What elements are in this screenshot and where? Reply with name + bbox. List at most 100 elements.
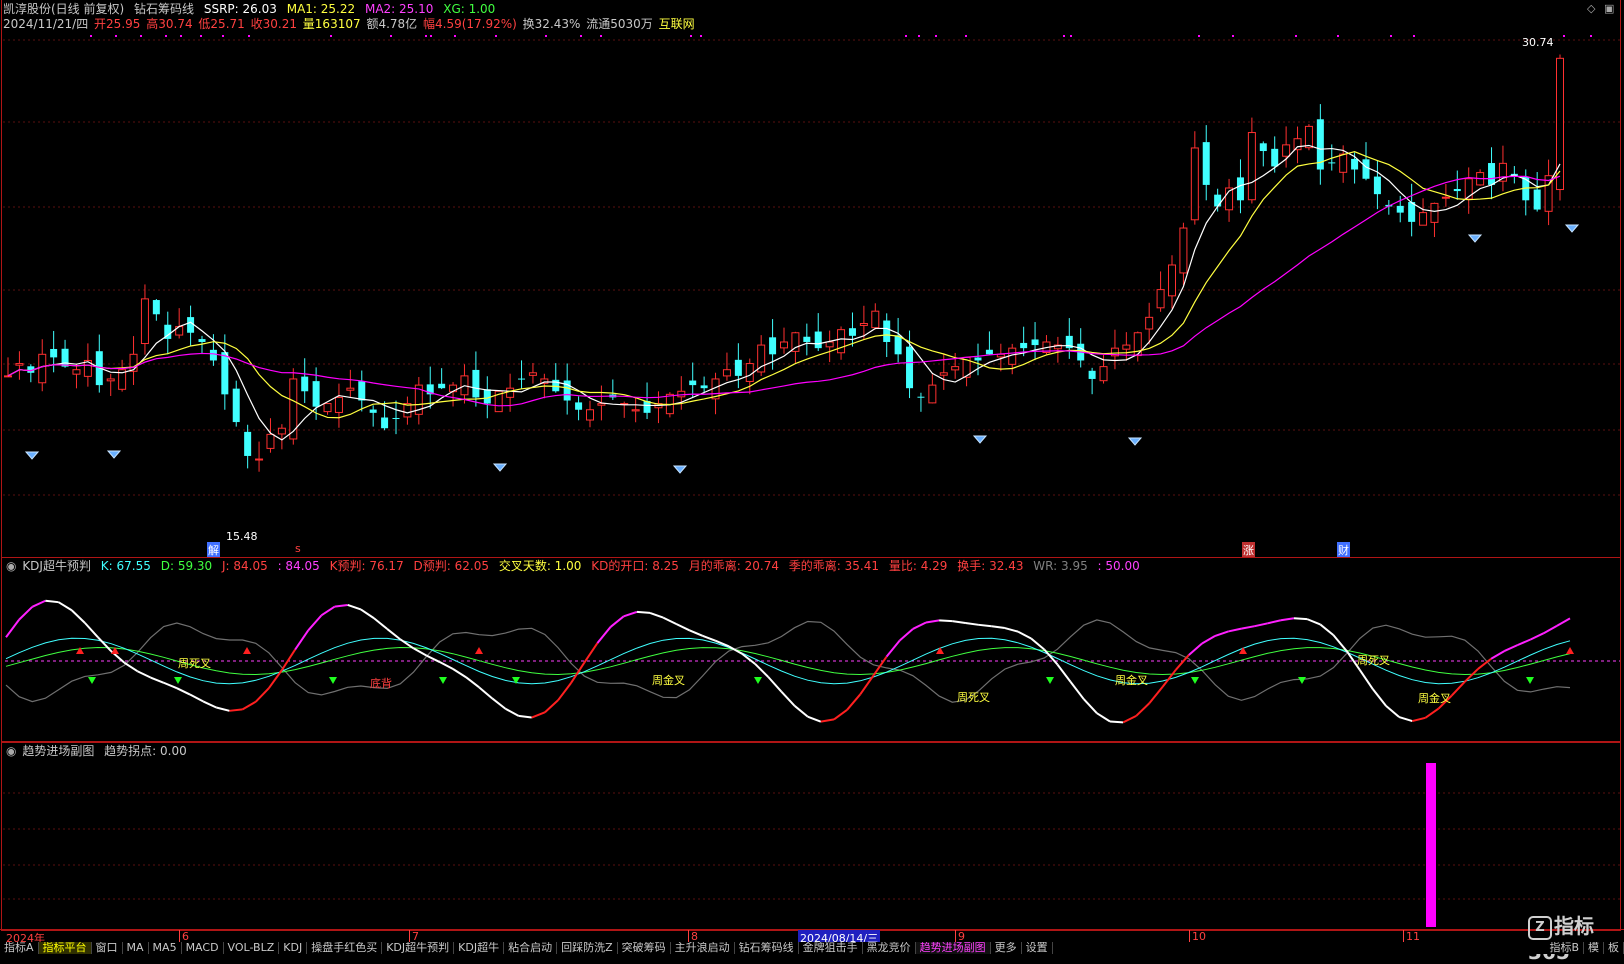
tab-6[interactable]: VOL-BLZ xyxy=(224,942,280,954)
signal-dot xyxy=(690,35,692,37)
tab-20[interactable]: 设置 xyxy=(1022,942,1053,954)
low-price-label: 15.48 xyxy=(226,530,258,543)
candle-body-up xyxy=(15,363,24,366)
candle-body-down xyxy=(1088,370,1096,379)
signal-dot xyxy=(545,35,547,37)
signal-dot xyxy=(1198,35,1200,37)
trend-chart[interactable] xyxy=(0,741,1624,929)
signal-dot xyxy=(222,35,224,37)
marker-jie[interactable]: 解 xyxy=(207,542,220,558)
j-segment xyxy=(767,676,783,693)
main-chart[interactable] xyxy=(0,0,1624,558)
kdj-d-pred: D预判: 62.05 xyxy=(413,559,489,573)
marker-zhang[interactable]: 涨 xyxy=(1242,542,1255,558)
candle-body-up xyxy=(745,363,754,382)
tab-10[interactable]: KDJ超牛 xyxy=(454,942,505,954)
signal-dot xyxy=(430,35,432,37)
down-arrow-icon xyxy=(1298,677,1306,684)
j-segment xyxy=(31,599,46,608)
j-segment xyxy=(636,610,651,614)
candle-body-up xyxy=(722,369,731,377)
signal-dot xyxy=(1563,35,1565,37)
kdj-k: K: 67.55 xyxy=(100,559,151,573)
candle-body-down xyxy=(221,352,229,395)
up-arrow-icon xyxy=(936,647,944,654)
window-control-icon-2[interactable]: ▣ xyxy=(1604,2,1614,15)
candle-body-up xyxy=(277,427,286,435)
kdj-wr: WR: 3.95 xyxy=(1033,559,1088,573)
marker-s[interactable]: s xyxy=(295,542,301,555)
signal-dot xyxy=(935,35,937,37)
ma-magenta-line xyxy=(7,175,1561,407)
kdj-turnover: 换手: 32.43 xyxy=(957,559,1024,573)
candle-body-down xyxy=(734,359,742,376)
j-segment xyxy=(531,711,546,719)
candle-body-up xyxy=(106,378,115,382)
tab-17[interactable]: 黑龙竞价 xyxy=(863,942,916,954)
candle-body-up xyxy=(129,353,138,372)
candle-body-down xyxy=(1328,162,1336,164)
j-segment xyxy=(320,605,336,617)
signal-dot xyxy=(180,35,182,37)
down-arrow-icon xyxy=(754,677,762,684)
candle-body-down xyxy=(438,383,446,389)
j-segment xyxy=(150,676,165,684)
candle-body-up xyxy=(1099,366,1108,382)
tab-14[interactable]: 主升浪启动 xyxy=(671,942,735,954)
tab-2[interactable]: 窗口 xyxy=(92,942,123,954)
candle-body-down xyxy=(1031,339,1039,346)
j-segment xyxy=(1122,714,1137,724)
j-segment xyxy=(1556,617,1571,627)
j-segment xyxy=(202,700,217,709)
candle-body-down xyxy=(1271,148,1279,167)
j-segment xyxy=(45,599,59,604)
tab-9[interactable]: KDJ超牛预判 xyxy=(382,942,455,954)
tab-3[interactable]: MA xyxy=(123,942,149,954)
tab-18[interactable]: 趋势进场副图 xyxy=(915,942,991,954)
candle-body-up xyxy=(1168,264,1176,297)
j-segment xyxy=(176,687,191,696)
kdj-header: ◉ KDJ超牛预判 K: 67.55 D: 59.30 J: 84.05 : 8… xyxy=(6,559,1146,573)
tab-12[interactable]: 回踩防洗Z xyxy=(557,942,618,954)
tab-5[interactable]: MACD xyxy=(182,942,224,954)
candle-body-up xyxy=(1419,212,1428,226)
tab-19[interactable]: 更多 xyxy=(991,942,1022,954)
marker-cai[interactable]: 财 xyxy=(1337,542,1350,558)
kdj-collapse-icon[interactable]: ◉ xyxy=(6,559,16,573)
diamond-markers xyxy=(24,224,1580,474)
ma-yellow-line xyxy=(7,151,1561,419)
tab-1[interactable]: 指标平台 xyxy=(38,942,92,954)
candle-body-up xyxy=(928,384,937,404)
tab-0[interactable]: 指标A xyxy=(0,942,39,954)
j-segment xyxy=(163,681,178,690)
candle-body-down xyxy=(883,320,891,342)
tab-8[interactable]: 操盘手红色买 xyxy=(307,942,383,954)
kdj-title[interactable]: KDJ超牛预判 xyxy=(22,559,91,573)
tab-7[interactable]: KDJ xyxy=(279,942,308,954)
j-segment xyxy=(1201,635,1216,645)
tab-13[interactable]: 突破筹码 xyxy=(618,942,671,954)
tab-4[interactable]: MA5 xyxy=(149,942,182,954)
j-segment xyxy=(412,647,428,657)
candle-body-down xyxy=(803,336,811,342)
tab-11[interactable]: 粘合启动 xyxy=(504,942,558,954)
j-segment xyxy=(1398,716,1413,723)
kdj-fifty: : 50.00 xyxy=(1097,559,1140,573)
candle-body-down xyxy=(1488,163,1496,185)
tab-right-1[interactable]: 模 xyxy=(1584,942,1604,954)
candle-body-up xyxy=(528,372,537,376)
window-control-icon[interactable]: ◇ xyxy=(1587,2,1595,15)
j-segment xyxy=(189,693,204,703)
j-segment xyxy=(557,682,572,701)
kdj-season-dev: 季的乖离: 35.41 xyxy=(788,559,880,573)
tab-15[interactable]: 钻石筹码线 xyxy=(735,942,799,954)
tab-right-2[interactable]: 板 xyxy=(1604,942,1624,954)
trend-signal-bar xyxy=(1426,763,1436,927)
j-segment xyxy=(978,623,992,628)
j-segment xyxy=(1004,627,1019,633)
diamond-icon xyxy=(972,435,988,444)
tab-right-0[interactable]: 指标B xyxy=(1545,942,1584,954)
j-segment xyxy=(807,715,822,723)
up-arrow-icon xyxy=(1566,647,1574,654)
tab-16[interactable]: 金牌狙击手 xyxy=(799,942,863,954)
